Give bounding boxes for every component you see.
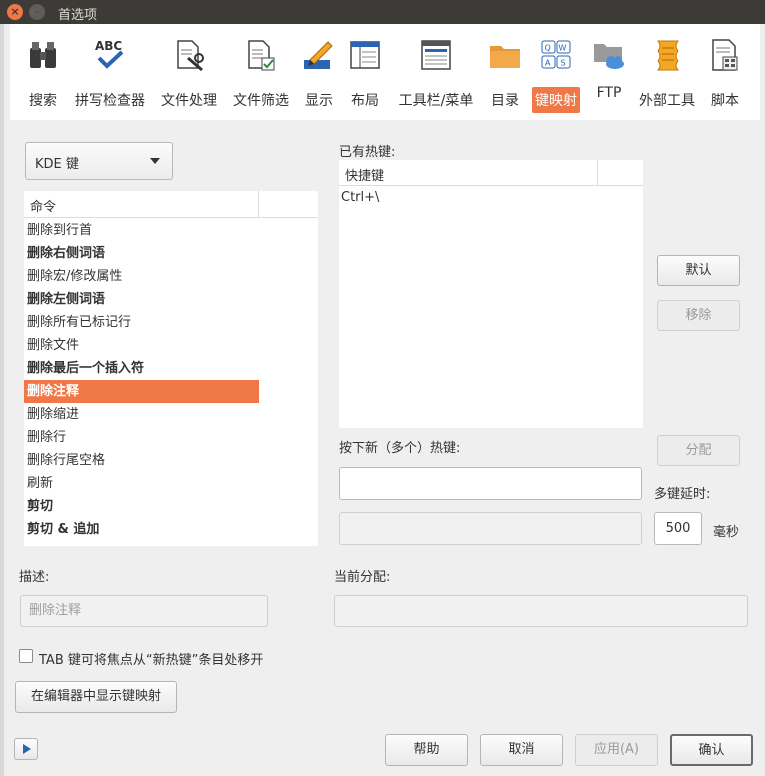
list-item[interactable]: 删除最后一个插入符 xyxy=(24,357,259,380)
layout-icon xyxy=(350,41,380,69)
command-column-header: 命令 xyxy=(30,200,57,215)
apply-button[interactable]: 应用(A) xyxy=(575,734,658,766)
folder-icon xyxy=(490,46,520,68)
tab-label: 键映射 xyxy=(532,87,580,113)
tab-label: 搜索 xyxy=(29,93,57,109)
current-assignment-field[interactable] xyxy=(334,595,748,627)
tab-label: FTP xyxy=(596,85,622,101)
second-hotkey-input[interactable] xyxy=(339,512,642,545)
tab-display[interactable]: 显示 xyxy=(302,32,336,112)
list-item[interactable]: 删除宏/修改属性 xyxy=(24,265,259,288)
tab-focus-checkbox-label[interactable]: TAB 键可将焦点从“新热键”条目处移开 xyxy=(39,649,263,668)
title-bar: × – 首选项 xyxy=(0,0,765,24)
shortcut-column-header: 快捷键 xyxy=(345,169,385,184)
list-item[interactable]: 删除行 xyxy=(24,426,259,449)
tab-spellcheck[interactable]: ABC 拼写检查器 xyxy=(70,32,150,112)
tab-external-tools[interactable]: 外部工具 xyxy=(636,32,698,112)
new-hotkey-input[interactable] xyxy=(339,467,642,500)
binoculars-icon xyxy=(30,42,56,68)
svg-text:Q: Q xyxy=(545,44,551,53)
tab-label: 工具栏/菜单 xyxy=(398,93,474,109)
assign-button[interactable]: 分配 xyxy=(657,435,740,466)
current-assignment-label: 当前分配: xyxy=(334,570,391,585)
list-item[interactable]: 剪切 xyxy=(24,495,259,518)
list-item[interactable]: 删除到行首 xyxy=(24,219,259,242)
new-hotkey-label: 按下新（多个）热键: xyxy=(339,441,461,456)
keymap-icon: Q W A S xyxy=(541,40,571,69)
tab-label: 文件筛选 xyxy=(233,93,289,109)
tab-label: 外部工具 xyxy=(639,93,695,109)
scroll-icon xyxy=(656,40,680,71)
tab-label: 文件处理 xyxy=(161,93,217,109)
chevron-down-icon xyxy=(150,158,160,164)
multikey-delay-field[interactable]: 500 xyxy=(654,512,702,545)
tab-directories[interactable]: 目录 xyxy=(488,32,522,112)
file-tools-icon xyxy=(177,40,204,72)
tab-scripts[interactable]: 脚本 xyxy=(708,32,742,112)
tab-file-handling[interactable]: 文件处理 xyxy=(158,32,220,112)
toolbar-menu-icon xyxy=(421,40,451,70)
play-icon xyxy=(23,744,31,754)
tab-file-filter[interactable]: 文件筛选 xyxy=(230,32,292,112)
description-label: 描述: xyxy=(19,570,50,585)
command-list[interactable]: 命令 删除到行首 删除右侧词语 删除宏/修改属性 删除左侧词语 删除所有已标记行… xyxy=(24,191,318,546)
multikey-delay-unit: 毫秒 xyxy=(713,525,740,540)
list-item[interactable]: 删除行尾空格 xyxy=(24,449,259,472)
multikey-delay-label: 多键延时: xyxy=(654,487,711,502)
tab-label: 目录 xyxy=(491,93,519,109)
description-field[interactable]: 删除注释 xyxy=(20,595,268,627)
list-item[interactable]: 删除所有已标记行 xyxy=(24,311,259,334)
tab-label: 拼写检查器 xyxy=(75,93,145,109)
existing-shortcut[interactable]: Ctrl+\ xyxy=(341,190,379,205)
show-keymap-in-editor-button[interactable]: 在编辑器中显示键映射 xyxy=(15,681,177,713)
existing-hotkeys-label: 已有热键: xyxy=(339,145,396,160)
existing-hotkeys-list[interactable]: 快捷键 Ctrl+\ xyxy=(339,160,643,428)
preferences-toolbar: 搜索 ABC 拼写检查器 文件处理 文件筛选 显示 布局 工具栏/菜单 目录 Q… xyxy=(10,24,760,120)
file-filter-icon xyxy=(248,40,275,71)
list-item[interactable]: 删除左侧词语 xyxy=(24,288,259,311)
help-button[interactable]: 帮助 xyxy=(385,734,468,766)
keymap-scheme-select[interactable]: KDE 键 xyxy=(25,142,173,180)
tab-label: 布局 xyxy=(351,93,379,109)
list-item[interactable]: 删除右侧词语 xyxy=(24,242,259,265)
svg-text:A: A xyxy=(545,59,551,68)
tab-keymap[interactable]: Q W A S 键映射 xyxy=(532,32,580,113)
svg-text:W: W xyxy=(559,44,567,53)
tab-toolbar-menu[interactable]: 工具栏/菜单 xyxy=(394,32,478,112)
svg-text:S: S xyxy=(561,59,566,68)
list-item[interactable]: 删除缩进 xyxy=(24,403,259,426)
script-icon xyxy=(712,39,738,71)
tab-layout[interactable]: 布局 xyxy=(346,32,384,112)
keymap-scheme-value: KDE 键 xyxy=(35,157,79,172)
command-list-header[interactable]: 命令 xyxy=(24,191,318,218)
list-item-selected[interactable]: 删除注释 xyxy=(24,380,259,403)
list-item[interactable]: 剪切 & 追加 xyxy=(24,518,259,541)
display-pen-icon xyxy=(304,41,333,69)
tab-search[interactable]: 搜索 xyxy=(24,32,62,112)
run-button[interactable] xyxy=(14,738,38,760)
list-item[interactable]: 刷新 xyxy=(24,472,259,495)
column-separator xyxy=(258,191,259,217)
cancel-button[interactable]: 取消 xyxy=(480,734,563,766)
default-button[interactable]: 默认 xyxy=(657,255,740,286)
ok-button[interactable]: 确认 xyxy=(670,734,753,766)
column-separator xyxy=(597,160,598,185)
background-window-strip xyxy=(0,24,4,776)
tab-label: 显示 xyxy=(305,93,333,109)
ftp-folder-icon xyxy=(594,44,624,69)
remove-button[interactable]: 移除 xyxy=(657,300,740,331)
minimize-icon[interactable]: – xyxy=(29,4,45,20)
spellcheck-icon: ABC xyxy=(95,39,124,69)
svg-text:ABC: ABC xyxy=(95,39,122,53)
hotkeys-list-header[interactable]: 快捷键 xyxy=(339,160,643,186)
tab-label: 脚本 xyxy=(711,93,739,109)
window-title: 首选项 xyxy=(58,8,98,23)
tab-focus-checkbox[interactable] xyxy=(19,649,33,663)
close-icon[interactable]: × xyxy=(7,4,23,20)
tab-ftp[interactable]: FTP xyxy=(590,32,628,112)
list-item[interactable]: 删除文件 xyxy=(24,334,259,357)
